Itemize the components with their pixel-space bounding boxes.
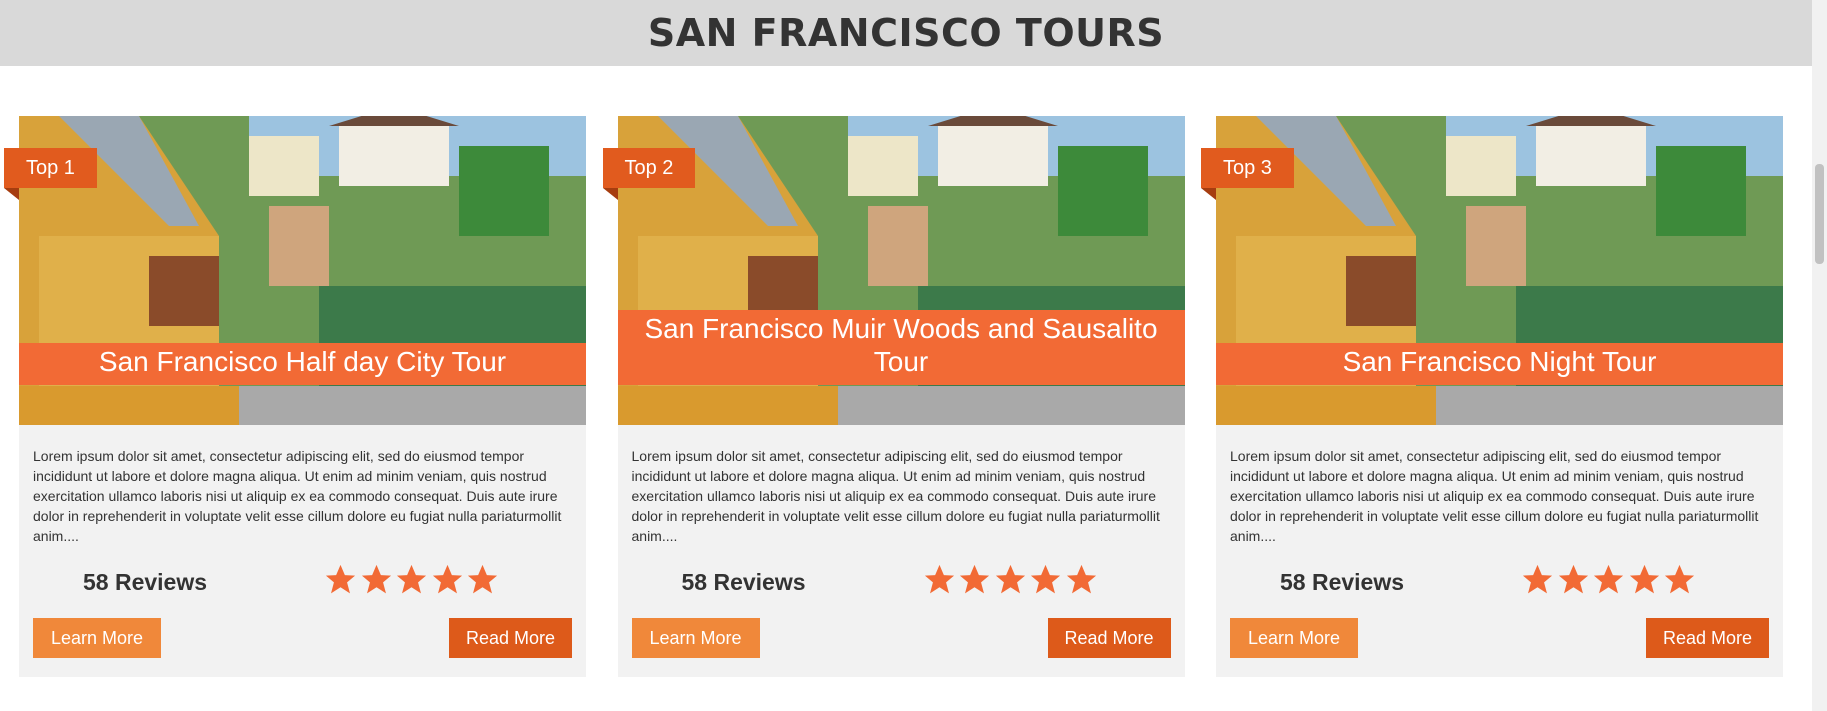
scrollbar-thumb[interactable] [1815,164,1824,264]
rank-badge-fold [1201,188,1216,200]
read-more-button[interactable]: Read More [1646,618,1769,658]
read-more-button[interactable]: Read More [1047,618,1171,658]
star-icon [924,564,954,594]
tour-title: San Francisco Night Tour [1216,343,1783,385]
star-icon [1066,564,1096,594]
read-more-button[interactable]: Read More [449,618,572,658]
tour-card: Top 3 San Francisco Night Tour Lorem ips… [1201,116,1783,677]
page-title: SAN FRANCISCO TOURS [647,11,1165,55]
rank-badge-fold [4,188,19,200]
star-icon [1522,564,1553,594]
tour-description: Lorem ipsum dolor sit amet, consectetur … [1230,448,1759,544]
tour-card: Top 1 San Francisco Half day City Tour L… [4,116,586,677]
star-icon [325,564,356,594]
tour-card-list: Top 1 San Francisco Half day City Tour L… [4,116,1783,677]
review-count: 58 Reviews [83,569,208,595]
rank-badge-fold [602,188,618,200]
star-icon [959,564,990,594]
tour-description: Lorem ipsum dolor sit amet, consectetur … [631,448,1160,544]
star-rating [323,562,501,597]
star-rating [1520,562,1698,597]
review-count: 58 Reviews [681,569,806,595]
page-header: SAN FRANCISCO TOURS [0,0,1812,66]
learn-more-button[interactable]: Learn More [33,618,161,658]
rank-badge: Top 1 [4,148,97,188]
star-icon [1593,564,1624,594]
star-icon [995,564,1025,594]
star-icon [396,564,427,594]
star-icon [361,564,391,594]
star-icon [432,564,462,594]
tour-card: Top 2 San Francisco Muir Woods and Sausa… [602,116,1185,677]
tour-title: San Francisco Half day City Tour [19,343,586,385]
star-icon [1558,564,1588,594]
learn-more-button[interactable]: Learn More [631,618,760,658]
learn-more-button[interactable]: Learn More [1230,618,1358,658]
rank-badge: Top 3 [1201,148,1294,188]
tour-title: San Francisco Muir Woods and Sausalito T… [617,310,1185,385]
star-icon [1030,564,1061,594]
star-icon [1664,564,1695,594]
rank-badge: Top 2 [602,148,696,188]
page-scrollbar[interactable] [1812,0,1827,711]
star-icon [467,564,498,594]
star-rating [922,562,1100,597]
star-icon [1629,564,1659,594]
review-count: 58 Reviews [1280,569,1405,595]
tour-description: Lorem ipsum dolor sit amet, consectetur … [33,448,562,544]
